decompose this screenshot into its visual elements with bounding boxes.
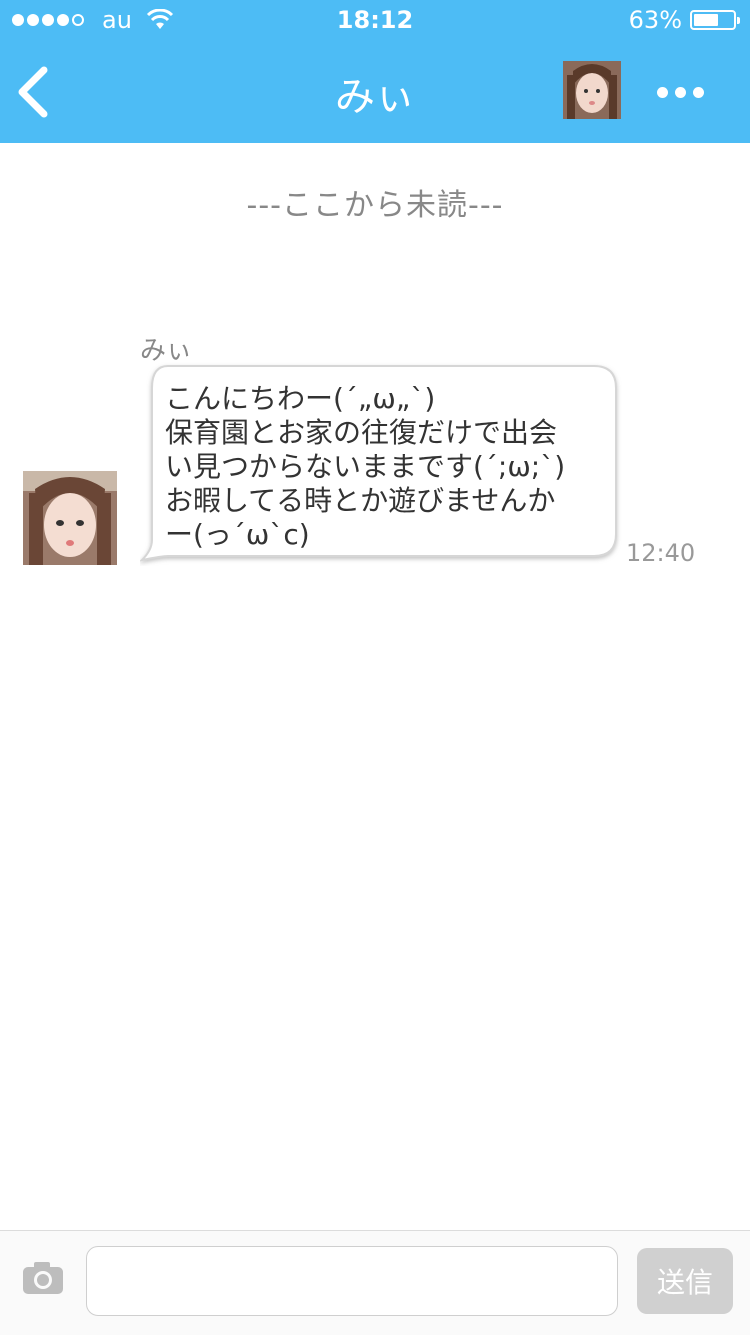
unread-divider: ---ここから未読--- (246, 188, 504, 223)
status-bar: au 18:12 63% (0, 0, 750, 40)
battery-icon (690, 10, 740, 30)
message-input[interactable] (86, 1246, 618, 1316)
ellipsis-icon (656, 86, 668, 98)
battery-fill (694, 14, 718, 26)
more-options-button[interactable] (652, 80, 708, 104)
header-bar: au 18:12 63% みぃ (0, 0, 750, 143)
battery-percent: 63% (628, 6, 682, 34)
camera-button[interactable] (22, 1261, 64, 1295)
camera-icon (23, 1262, 63, 1294)
avatar (23, 471, 117, 565)
profile-avatar-button[interactable] (563, 61, 621, 119)
message-text: こんにちわー(´„ω„`) 保育園とお家の往復だけで出会 い見つからないままです… (165, 382, 566, 551)
status-right: 63% (628, 6, 740, 34)
message-avatar[interactable] (23, 471, 117, 565)
page-title: みぃ (335, 74, 415, 120)
avatar (563, 61, 621, 119)
send-button[interactable]: 送信 (637, 1248, 733, 1314)
message-timestamp: 12:40 (626, 539, 696, 567)
